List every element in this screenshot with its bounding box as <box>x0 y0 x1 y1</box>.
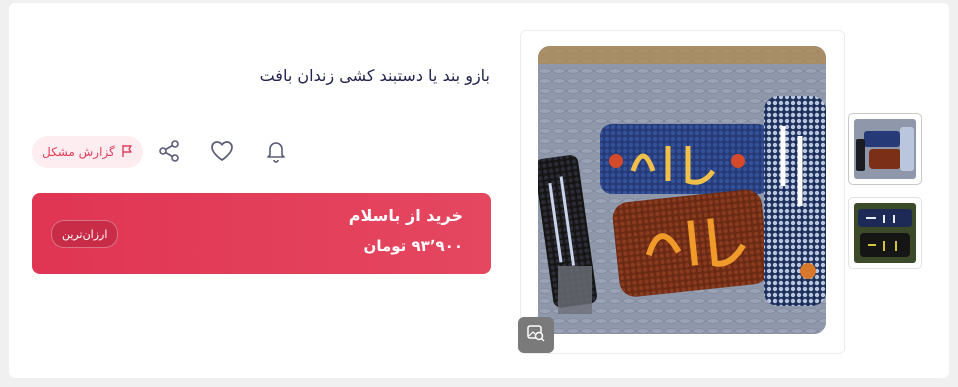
favorite-button[interactable] <box>207 138 237 168</box>
share-button[interactable] <box>154 138 184 168</box>
product-actions: گزارش مشکل <box>32 136 302 170</box>
buy-price: ۹۳٬۹۰۰ تومان <box>363 237 463 255</box>
bell-icon <box>264 138 288 168</box>
buy-title: خرید از باسلام <box>348 206 463 225</box>
report-problem-button[interactable]: گزارش مشکل <box>32 136 143 168</box>
share-icon <box>157 139 181 167</box>
heart-icon <box>209 139 235 167</box>
product-main-image[interactable] <box>538 46 826 334</box>
gallery-thumbnail-2[interactable] <box>848 197 922 269</box>
cheapest-badge: ارزان‌ترین <box>51 220 119 248</box>
flag-icon <box>121 144 133 161</box>
report-problem-label: گزارش مشکل <box>42 145 115 159</box>
gallery-thumbnail-1[interactable] <box>848 113 922 185</box>
buy-from-basalam-button[interactable]: خرید از باسلام ۹۳٬۹۰۰ تومان ارزان‌ترین <box>32 193 491 274</box>
product-title: بازو بند یا دستبند کشی زندان بافت <box>259 66 490 85</box>
image-search-icon <box>526 323 546 347</box>
notify-button[interactable] <box>261 138 291 168</box>
image-zoom-button[interactable] <box>518 317 554 353</box>
